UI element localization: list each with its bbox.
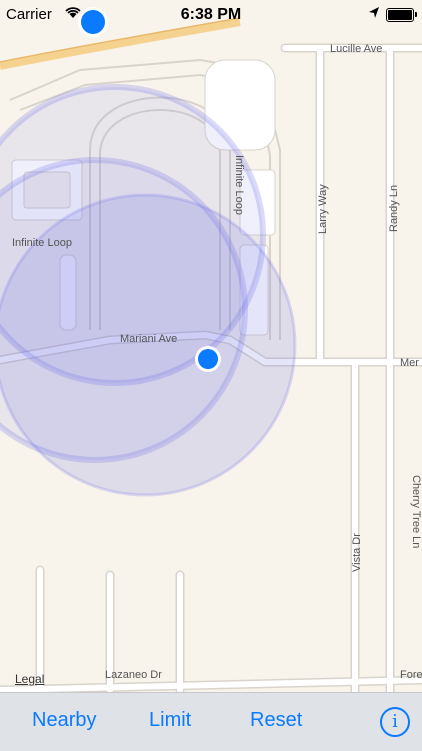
road-label-mariani-ave: Mariani Ave xyxy=(120,333,177,345)
reset-button[interactable]: Reset xyxy=(250,709,302,732)
road-label-cherry-tree-ln: Cherry Tree Ln xyxy=(410,475,422,548)
road-label-lazaneo-dr: Lazaneo Dr xyxy=(105,669,162,681)
road-label-lucille-ave: Lucille Ave xyxy=(330,43,382,55)
current-location-dot xyxy=(195,346,221,372)
bottom-toolbar: Nearby Limit Reset i xyxy=(0,692,422,751)
road-label-randy-ln: Randy Ln xyxy=(388,185,400,232)
road-label-vista-dr: Vista Dr xyxy=(351,533,363,572)
legal-link[interactable]: Legal xyxy=(15,672,44,686)
location-services-icon xyxy=(368,6,380,24)
road-label-fore: Fore xyxy=(400,669,422,681)
road-label-infinite-loop-west: Infinite Loop xyxy=(12,237,72,249)
road-label-infinite-loop-vertical: Infinite Loop xyxy=(233,155,245,215)
battery-icon xyxy=(386,8,417,22)
status-bar: Carrier 6:38 PM xyxy=(0,0,422,30)
road-label-larry-way: Larry Way xyxy=(317,184,329,234)
status-time: 6:38 PM xyxy=(180,6,242,23)
limit-button[interactable]: Limit xyxy=(149,709,191,732)
map-view[interactable]: Lucille Ave Infinite Loop Infinite Loop … xyxy=(0,0,422,692)
road-label-mer: Mer xyxy=(400,357,419,369)
map-canvas[interactable]: Lucille Ave Infinite Loop Infinite Loop … xyxy=(0,0,422,692)
nearby-button[interactable]: Nearby xyxy=(32,709,96,732)
info-icon[interactable]: i xyxy=(380,707,410,737)
